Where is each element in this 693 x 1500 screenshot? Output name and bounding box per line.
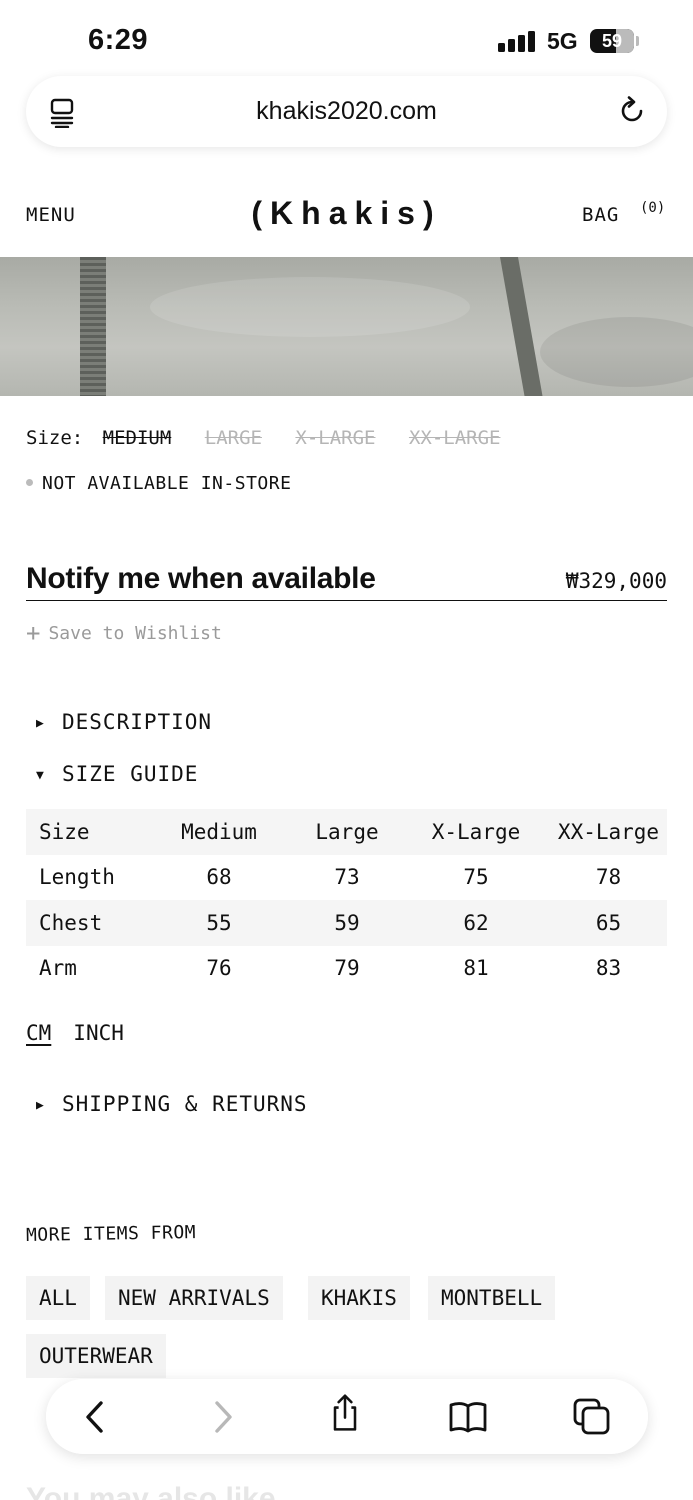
table-cell: 79 bbox=[334, 956, 360, 981]
table-header-row: Size Medium Large X-Large XX-Large bbox=[26, 809, 667, 855]
size-guide-label: SIZE GUIDE bbox=[62, 762, 199, 786]
table-header: Medium bbox=[146, 809, 292, 855]
tag-new-arrivals[interactable]: NEW ARRIVALS bbox=[105, 1276, 283, 1320]
table-cell: 78 bbox=[595, 865, 622, 890]
battery-level: 59 bbox=[601, 31, 623, 51]
table-cell: 65 bbox=[550, 900, 667, 946]
size-option-x-large[interactable]: X-LARGE bbox=[295, 427, 375, 449]
more-items-title: MORE ITEMS FROM bbox=[25, 1222, 197, 1246]
signal-icon bbox=[498, 30, 536, 52]
notify-row[interactable]: Notify me when available ₩329,000 bbox=[26, 561, 667, 601]
shipping-accordion[interactable]: ▶ SHIPPING & RETURNS bbox=[36, 1092, 308, 1116]
tag-all[interactable]: ALL bbox=[26, 1276, 90, 1320]
battery-tip bbox=[636, 36, 639, 46]
share-icon[interactable] bbox=[325, 1393, 365, 1433]
unit-cm-button[interactable]: CM bbox=[26, 1021, 51, 1045]
browser-toolbar bbox=[46, 1379, 648, 1454]
shipping-label: SHIPPING & RETURNS bbox=[62, 1092, 308, 1116]
battery-icon: 59 bbox=[590, 29, 634, 53]
size-selector: Size: MEDIUM LARGE X-LARGE XX-LARGE bbox=[26, 427, 522, 449]
table-header: X-Large bbox=[402, 809, 550, 855]
table-cell: Length bbox=[39, 865, 115, 890]
table-row: Arm 76 79 81 83 bbox=[26, 946, 667, 992]
unit-inch-button[interactable]: INCH bbox=[73, 1021, 124, 1045]
table-row: Length 68 73 75 78 bbox=[26, 855, 667, 901]
availability-status: NOT AVAILABLE IN-STORE bbox=[26, 473, 291, 494]
unit-toggle: CM INCH bbox=[26, 1021, 124, 1045]
table-cell: 75 bbox=[463, 865, 489, 890]
wishlist-label: Save to Wishlist bbox=[48, 623, 222, 644]
size-option-xx-large[interactable]: XX-LARGE bbox=[409, 427, 501, 449]
notify-button[interactable]: Notify me when available bbox=[26, 562, 376, 596]
table-cell: 81 bbox=[463, 956, 489, 981]
price: ₩329,000 bbox=[565, 569, 667, 593]
bookmarks-icon[interactable] bbox=[448, 1397, 488, 1437]
table-header: Large bbox=[292, 809, 402, 855]
table-cell: 59 bbox=[292, 900, 402, 946]
plus-icon: + bbox=[26, 619, 41, 647]
size-option-medium[interactable]: MEDIUM bbox=[103, 427, 172, 449]
table-cell: 73 bbox=[334, 865, 360, 890]
url-text[interactable]: khakis2020.com bbox=[26, 97, 667, 126]
size-guide-table: Size Medium Large X-Large XX-Large Lengt… bbox=[26, 809, 667, 991]
table-header: XX-Large bbox=[550, 809, 667, 855]
tabs-icon[interactable] bbox=[572, 1397, 612, 1437]
zipper-left bbox=[80, 257, 106, 396]
caret-right-icon: ▶ bbox=[36, 716, 45, 731]
status-time: 6:29 bbox=[88, 24, 149, 56]
tag-khakis[interactable]: KHAKIS bbox=[308, 1276, 410, 1320]
table-cell: Arm bbox=[39, 956, 77, 981]
reload-icon[interactable] bbox=[617, 96, 647, 126]
network-label: 5G bbox=[547, 28, 578, 54]
table-cell: Chest bbox=[26, 900, 146, 946]
bag-count: (0) bbox=[640, 200, 666, 216]
caret-right-icon: ▶ bbox=[36, 1098, 45, 1113]
save-to-wishlist-button[interactable]: + Save to Wishlist bbox=[26, 617, 222, 647]
product-image[interactable] bbox=[0, 257, 693, 396]
table-cell: 83 bbox=[595, 956, 622, 981]
zipper-right bbox=[500, 257, 545, 396]
description-label: DESCRIPTION bbox=[62, 710, 213, 734]
table-cell: 68 bbox=[206, 865, 232, 890]
size-label: Size: bbox=[26, 427, 84, 449]
table-row: Chest 55 59 62 65 bbox=[26, 900, 667, 946]
bag-button[interactable]: BAG bbox=[582, 204, 619, 226]
forward-icon[interactable] bbox=[202, 1397, 242, 1437]
tag-outerwear[interactable]: OUTERWEAR bbox=[26, 1334, 166, 1378]
table-cell: 76 bbox=[206, 956, 232, 981]
size-option-large[interactable]: LARGE bbox=[205, 427, 262, 449]
tag-montbell[interactable]: MONTBELL bbox=[428, 1276, 556, 1320]
address-bar[interactable]: khakis2020.com bbox=[26, 76, 667, 147]
table-cell: 62 bbox=[402, 900, 550, 946]
size-guide-accordion[interactable]: ▼ SIZE GUIDE bbox=[36, 762, 198, 786]
you-may-also-like-heading: You may also like bbox=[26, 1482, 276, 1500]
caret-down-icon: ▼ bbox=[36, 768, 45, 783]
description-accordion[interactable]: ▶ DESCRIPTION bbox=[36, 710, 212, 734]
table-header: Size bbox=[26, 809, 146, 855]
status-bar: 6:29 5G 59 bbox=[0, 0, 693, 80]
availability-text: NOT AVAILABLE IN-STORE bbox=[42, 473, 292, 494]
status-dot-icon bbox=[26, 478, 33, 486]
table-cell: 55 bbox=[146, 900, 292, 946]
back-icon[interactable] bbox=[76, 1397, 116, 1437]
